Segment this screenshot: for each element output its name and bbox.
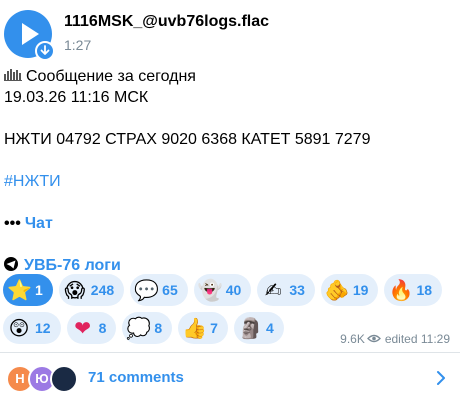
reaction-count: 4 <box>265 320 274 336</box>
eye-icon <box>366 335 381 343</box>
reaction-count: 33 <box>289 282 305 298</box>
reaction-pointing[interactable]: 🫵 19 <box>320 274 379 306</box>
message-meta: 9.6K edited 11:29 <box>340 332 450 346</box>
reaction-moai[interactable]: 🗿 4 <box>233 312 284 344</box>
edited-time: edited 11:29 <box>384 332 450 346</box>
fire-icon: 🔥 <box>388 278 414 302</box>
hashtag-link[interactable]: #НЖТИ <box>4 173 61 190</box>
message-text: Сообщение за сегодня 19.03.26 11:16 МСК … <box>4 66 444 276</box>
reaction-scream[interactable]: 😱 248 <box>58 274 125 306</box>
message-line-title: Сообщение за сегодня <box>26 68 196 85</box>
thumbs-up-icon: 👍 <box>182 316 208 340</box>
reaction-thumbs-up[interactable]: 👍 7 <box>178 312 228 344</box>
equalizer-icon <box>4 68 22 81</box>
moai-icon: 🗿 <box>237 316 263 340</box>
reaction-star[interactable]: ⭐ 1 <box>3 274 53 306</box>
download-icon[interactable] <box>35 41 55 61</box>
audio-duration: 1:27 <box>64 37 92 53</box>
reaction-writing[interactable]: ✍ 33 <box>257 274 315 306</box>
pointing-hand-icon: 🫵 <box>324 278 350 302</box>
chevron-right-icon <box>437 371 445 385</box>
reaction-count: 7 <box>210 320 218 336</box>
avatar <box>50 365 78 393</box>
comments-count: 71 comments <box>88 369 184 386</box>
writing-hand-icon: ✍ <box>264 278 282 302</box>
message-line-code: НЖТИ 04792 СТРАХ 9020 6368 КАТЕТ 5891 72… <box>4 131 371 148</box>
astonished-face-icon: 😲 <box>8 316 30 340</box>
audio-file-name: 1116MSK_@uvb76logs.flac <box>64 13 270 30</box>
reaction-count: 40 <box>225 282 242 298</box>
reaction-heart[interactable]: ❤ 8 <box>66 312 117 344</box>
message-line-date: 19.03.26 11:16 МСК <box>4 89 149 106</box>
reaction-count: 8 <box>154 320 163 336</box>
reaction-thought[interactable]: 💭 8 <box>122 312 173 344</box>
channel-link[interactable]: УВБ-76 логи <box>24 257 121 274</box>
scream-face-icon: 😱 <box>64 278 86 302</box>
reaction-count: 248 <box>90 282 115 298</box>
view-count: 9.6K <box>340 332 365 346</box>
reaction-ghost[interactable]: 👻 40 <box>193 274 252 306</box>
commenter-avatars: Н Ю <box>6 365 86 393</box>
reaction-count: 18 <box>416 282 433 298</box>
dots-icon: ••• <box>4 215 21 232</box>
telegram-icon <box>4 256 18 271</box>
star-icon: ⭐ <box>7 278 32 302</box>
thought-bubble-icon: 💭 <box>126 316 152 340</box>
reaction-speech[interactable]: 💬 65 <box>130 274 188 306</box>
reaction-count: 1 <box>35 282 43 298</box>
chat-link[interactable]: Чат <box>25 215 53 232</box>
speech-bubble-icon: 💬 <box>134 278 160 302</box>
ghost-icon: 👻 <box>197 278 223 302</box>
channel-post: 1116MSK_@uvb76logs.flac 1:27 Сообщение з… <box>0 0 460 404</box>
reaction-fire[interactable]: 🔥 18 <box>384 274 443 306</box>
reaction-count: 8 <box>98 320 107 336</box>
play-icon <box>22 23 39 45</box>
reaction-count: 12 <box>35 320 51 336</box>
audio-attachment: 1116MSK_@uvb76logs.flac 1:27 <box>4 10 444 61</box>
reaction-astonished[interactable]: 😲 12 <box>3 312 61 344</box>
reaction-count: 65 <box>162 282 178 298</box>
heart-icon: ❤ <box>74 316 91 340</box>
reaction-count: 19 <box>352 282 369 298</box>
comments-button[interactable]: Н Ю 71 comments <box>0 353 460 404</box>
